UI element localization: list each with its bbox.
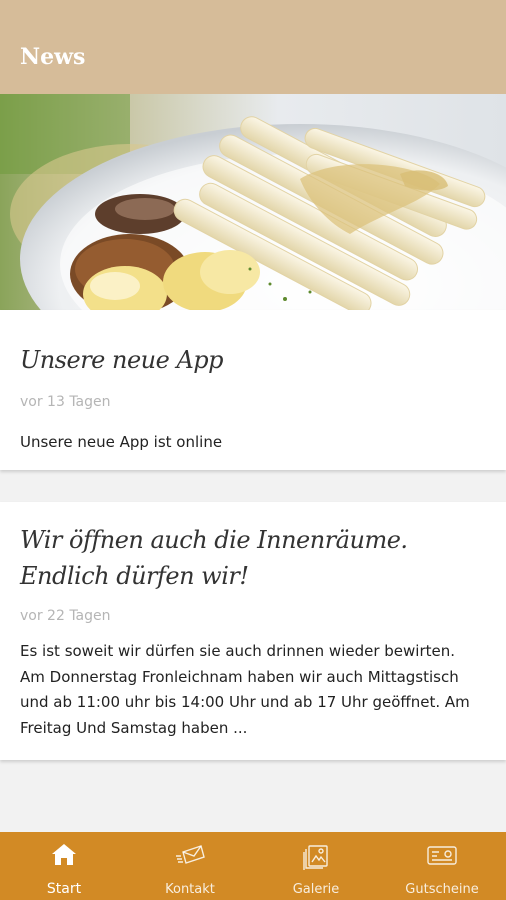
news-card[interactable]: Wir öffnen auch die Innenräume. Endlich … <box>0 502 506 760</box>
page-title: News <box>20 44 86 70</box>
news-card[interactable]: Unsere neue App vor 13 Tagen Unsere neue… <box>0 310 506 470</box>
news-text: Es ist soweit wir dürfen sie auch drinne… <box>20 642 470 737</box>
hero-image <box>0 94 506 310</box>
gallery-icon <box>303 845 328 870</box>
news-title: Unsere neue App <box>20 346 224 374</box>
nav-label: Kontakt <box>165 882 215 897</box>
nav-item-kontakt[interactable]: Kontakt <box>127 832 253 900</box>
envelope-icon <box>176 845 205 864</box>
nav-label: Galerie <box>292 882 340 897</box>
nav-item-start[interactable]: Start <box>1 832 127 900</box>
news-feed[interactable]: Unsere neue App vor 13 Tagen Unsere neue… <box>0 94 506 832</box>
bottom-navigation: Start Kontakt Galerie Gutscheine <box>0 832 506 900</box>
voucher-icon <box>427 846 457 865</box>
app-bar: News <box>0 0 506 94</box>
news-date: vor 13 Tagen <box>20 394 111 410</box>
home-icon <box>52 844 76 865</box>
nav-label: Start <box>46 881 82 897</box>
nav-item-galerie[interactable]: Galerie <box>253 832 379 900</box>
news-date: vor 22 Tagen <box>20 608 111 624</box>
nav-item-gutscheine[interactable]: Gutscheine <box>379 832 505 900</box>
news-title: Wir öffnen auch die Innenräume. Endlich … <box>20 526 408 590</box>
news-text: Unsere neue App ist online <box>20 433 223 451</box>
nav-label: Gutscheine <box>405 882 479 897</box>
asparagus-dish-photo <box>0 94 506 310</box>
